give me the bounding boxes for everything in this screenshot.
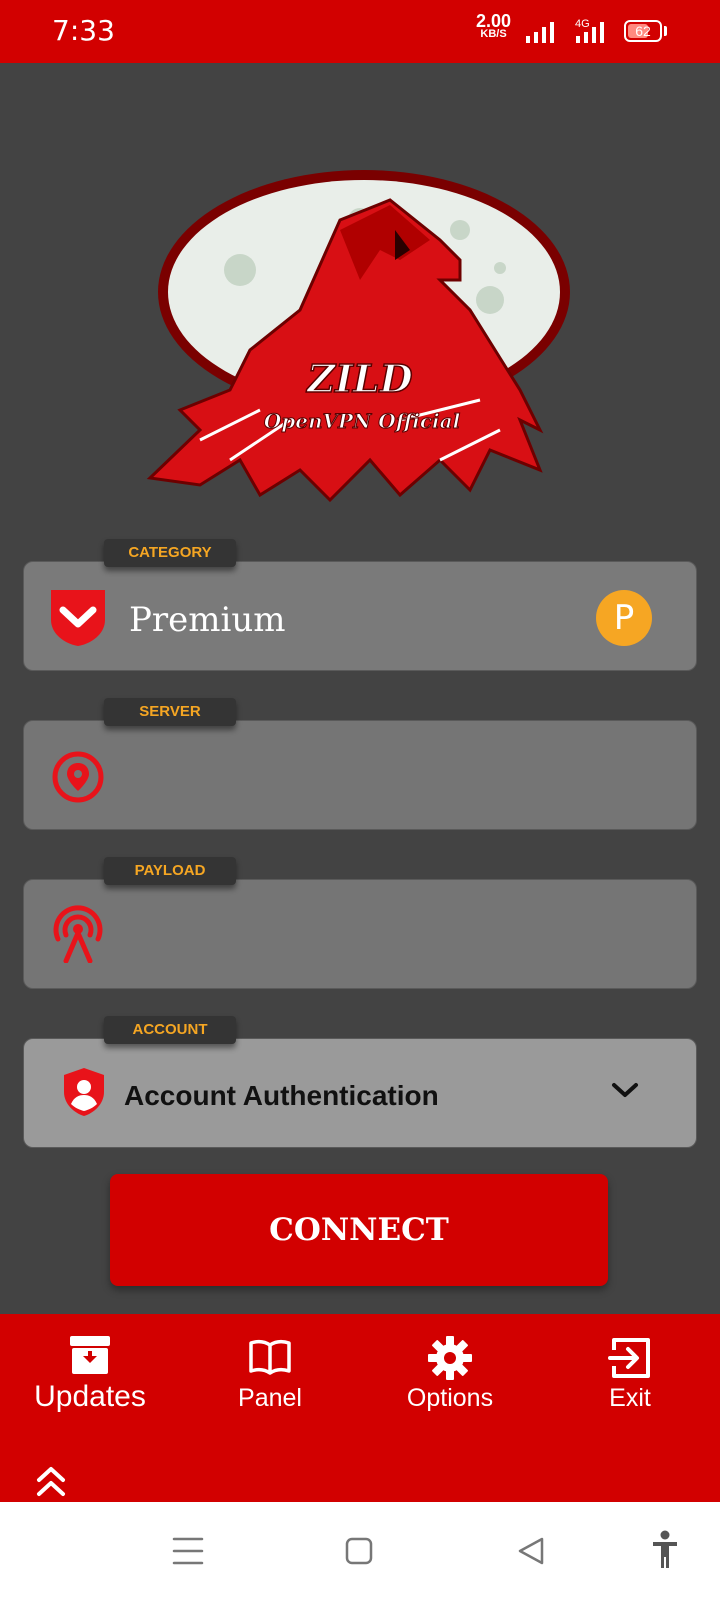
bottom-navigation: Updates Panel Options Exit	[0, 1314, 720, 1502]
chevron-down-icon[interactable]	[610, 1080, 640, 1100]
network-speed-unit: KB/S	[480, 28, 507, 40]
home-icon[interactable]	[344, 1536, 374, 1566]
nav-exit[interactable]: Exit	[570, 1314, 690, 1434]
payload-selector[interactable]	[23, 879, 697, 989]
account-chip: ACCOUNT	[104, 1016, 236, 1044]
back-icon[interactable]	[516, 1536, 546, 1566]
status-time: 7:33	[52, 14, 115, 47]
signal-strength-4g-icon	[576, 22, 604, 43]
broadcast-antenna-icon	[53, 905, 103, 963]
nav-updates-label: Updates	[34, 1380, 146, 1413]
status-bar: 7:33 2.00 KB/S 4G 62	[0, 0, 720, 63]
nav-exit-label: Exit	[609, 1384, 651, 1412]
payload-chip: PAYLOAD	[104, 857, 236, 885]
premium-badge: P	[596, 590, 652, 646]
account-value: Account Authentication	[124, 1080, 439, 1111]
category-value: Premium	[129, 600, 286, 640]
nav-panel-label: Panel	[238, 1384, 302, 1412]
server-selector[interactable]	[23, 720, 697, 830]
gear-icon	[428, 1336, 472, 1380]
exit-icon	[608, 1338, 650, 1378]
nav-panel[interactable]: Panel	[210, 1314, 330, 1434]
shield-chevron-icon	[51, 590, 105, 646]
book-open-icon	[249, 1339, 291, 1375]
double-chevron-up-icon[interactable]	[36, 1466, 66, 1498]
nav-options-label: Options	[406, 1384, 494, 1412]
logo-subtitle: OpenVPN Official	[264, 409, 461, 433]
category-chip: CATEGORY	[104, 539, 236, 567]
recents-menu-icon[interactable]	[172, 1536, 204, 1566]
archive-download-icon	[70, 1336, 110, 1374]
system-navigation-bar	[0, 1502, 720, 1600]
user-shield-icon	[64, 1068, 104, 1116]
server-chip: SERVER	[104, 698, 236, 726]
location-pin-icon	[52, 751, 104, 803]
nav-options[interactable]: Options	[390, 1314, 510, 1434]
logo-title: ZILD	[305, 356, 412, 401]
accessibility-icon[interactable]	[651, 1530, 679, 1570]
connect-button[interactable]: CONNECT	[110, 1174, 608, 1286]
battery-level: 62	[635, 23, 651, 39]
signal-strength-icon	[526, 22, 554, 43]
battery-icon: 62	[624, 20, 662, 42]
app-logo: ZILD OpenVPN Official	[146, 170, 570, 503]
network-speed: 2.00 KB/S	[476, 12, 511, 40]
nav-updates[interactable]: Updates	[20, 1314, 160, 1434]
